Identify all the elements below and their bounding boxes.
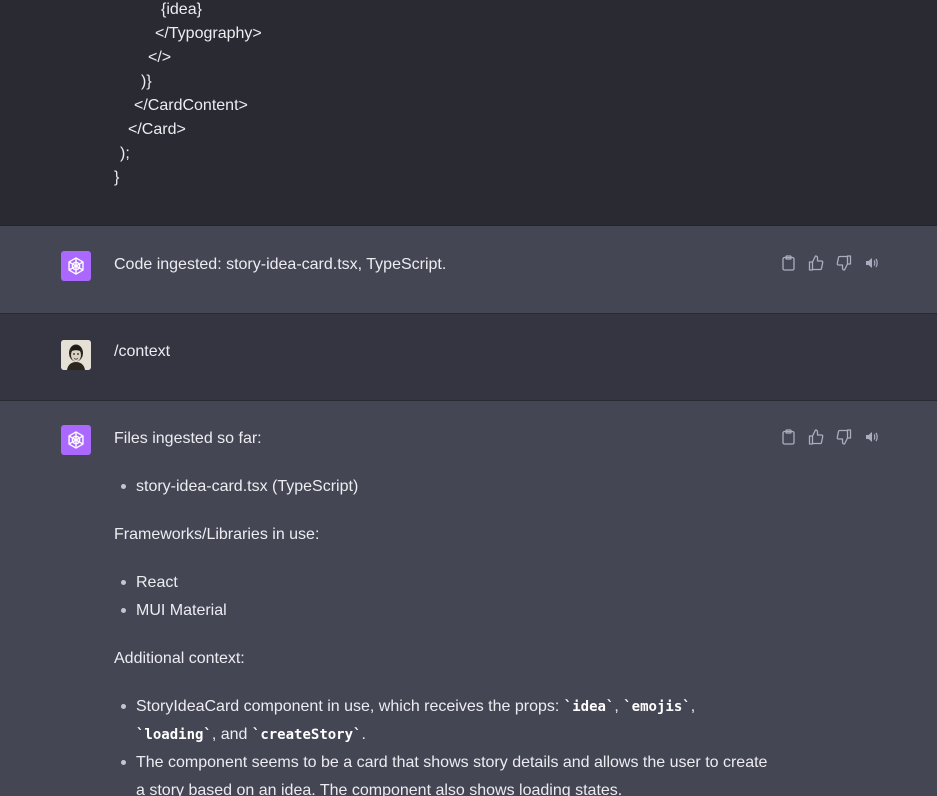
code-line: </Typography> <box>155 25 262 42</box>
assistant-message: Code ingested: story-idea-card.tsx, Type… <box>0 226 937 314</box>
code-line: )} <box>141 73 152 90</box>
inline-code: `emojis` <box>623 699 691 715</box>
message-text: Code ingested: story-idea-card.tsx, Type… <box>114 256 447 273</box>
assistant-avatar <box>61 425 91 455</box>
bullet <box>121 484 126 489</box>
text-span: , <box>690 698 696 715</box>
message-actions <box>778 253 882 273</box>
code-line: </CardContent> <box>134 97 248 114</box>
thumbs-up-icon[interactable] <box>806 253 826 273</box>
user-avatar <box>61 340 91 370</box>
openai-logo-icon <box>68 431 84 449</box>
inline-code: `loading` <box>136 727 212 743</box>
list-item: StoryIdeaCard component in use, which re… <box>136 693 695 721</box>
text-span: . <box>361 726 366 743</box>
inline-code: `idea` <box>563 699 615 715</box>
code-line: {idea} <box>161 1 202 18</box>
code-line: </Card> <box>128 121 186 138</box>
bullet <box>121 760 126 765</box>
code-block: {idea} </Typography> </> )} </CardConten… <box>0 0 937 226</box>
bullet <box>121 580 126 585</box>
code-line: ); <box>120 145 130 162</box>
list-item: story-idea-card.tsx (TypeScript) <box>136 478 359 495</box>
list-item: React <box>136 574 178 591</box>
thumbs-up-icon[interactable] <box>806 427 826 447</box>
thumbs-down-icon[interactable] <box>834 253 854 273</box>
assistant-message: Files ingested so far: story-idea-card.t… <box>0 401 937 796</box>
speaker-icon[interactable] <box>862 427 882 447</box>
list-item: The component seems to be a card that sh… <box>136 754 768 771</box>
clipboard-icon[interactable] <box>778 427 798 447</box>
speaker-icon[interactable] <box>862 253 882 273</box>
code-line: } <box>114 169 120 186</box>
message-actions <box>778 427 882 447</box>
heading-files: Files ingested so far: <box>114 430 262 447</box>
text-span: , and <box>211 726 252 743</box>
bullet <box>121 704 126 709</box>
heading-context: Additional context: <box>114 650 245 667</box>
clipboard-icon[interactable] <box>778 253 798 273</box>
openai-logo-icon <box>68 257 84 275</box>
list-item: MUI Material <box>136 602 227 619</box>
user-message: /context <box>0 314 937 401</box>
list-item-continuation: a story based on an idea. The component … <box>136 782 623 796</box>
bullet <box>121 608 126 613</box>
text-span: , <box>614 698 624 715</box>
list-item-continuation: `loading`, and `createStory`. <box>136 721 366 749</box>
assistant-avatar <box>61 251 91 281</box>
thumbs-down-icon[interactable] <box>834 427 854 447</box>
code-line: </> <box>148 49 172 66</box>
text-span: StoryIdeaCard component in use, which re… <box>136 698 564 715</box>
inline-code: `createStory` <box>251 727 362 743</box>
heading-libraries: Frameworks/Libraries in use: <box>114 526 320 543</box>
message-text: /context <box>114 343 171 360</box>
